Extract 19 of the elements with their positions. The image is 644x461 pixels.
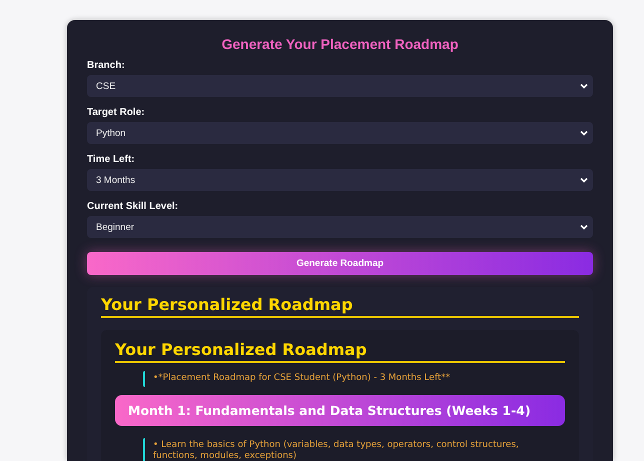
roadmap-note: • Learn the basics of Python (variables, data types, operators, control structures, functions, modules, exceptions) (143, 438, 565, 461)
chevron-down-icon (579, 222, 589, 232)
roadmap-heading: Your Personalized Roadmap (115, 340, 565, 363)
roadmap-note: •*Placement Roadmap for CSE Student (Python) - 3 Months Left** (143, 371, 565, 387)
field-label: Current Skill Level: (87, 201, 180, 212)
month-heading: Month 1: Fundamentals and Data Structures (Weeks 1-4) (115, 394, 565, 426)
chevron-down-icon (579, 128, 589, 138)
field-label: Time Left: (87, 154, 136, 165)
dropdown-field[interactable]: CSE (87, 75, 593, 97)
field-label: Target Role: (87, 107, 146, 118)
form-title: Generate Your Placement Roadmap (220, 36, 460, 52)
generate-button[interactable]: Generate Roadmap (87, 252, 593, 275)
chevron-down-icon (579, 81, 589, 91)
dropdown-field[interactable]: Python (87, 122, 593, 144)
dropdown-field[interactable]: Beginner (87, 216, 593, 238)
field-label: Branch: (87, 60, 126, 71)
chevron-down-icon (579, 175, 589, 185)
dropdown-field[interactable]: 3 Months (87, 169, 593, 191)
result-heading: Your Personalized Roadmap (101, 295, 579, 318)
